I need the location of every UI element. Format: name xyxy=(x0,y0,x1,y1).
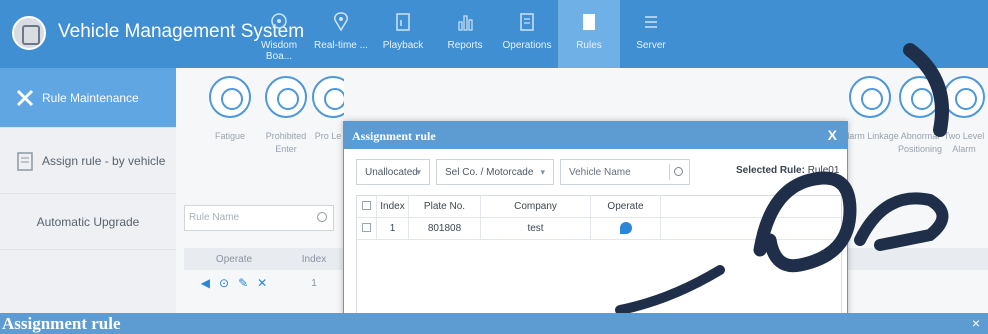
operations-icon xyxy=(520,13,534,31)
location-pin-icon xyxy=(334,12,348,32)
allocation-filter-select[interactable]: Unallocated ▾ xyxy=(356,159,430,185)
app-logo-icon xyxy=(12,16,46,50)
rule-fatigue-button[interactable]: Fatigue xyxy=(200,76,260,143)
view-icon[interactable]: ⊙ xyxy=(219,276,229,290)
rules-icon xyxy=(583,14,595,30)
input-placeholder: Vehicle Name xyxy=(569,167,631,178)
nav-item-operations[interactable]: Operations xyxy=(496,0,558,68)
rule-pro-le-button[interactable]: Pro Le xyxy=(312,76,344,143)
rule-label: Pro Le xyxy=(314,131,342,141)
select-all-cell xyxy=(357,195,377,218)
bar-chart-icon xyxy=(458,15,473,31)
rule-label: Prohibited Enter xyxy=(265,131,307,154)
search-icon[interactable] xyxy=(317,212,327,222)
table-row: 1 801808 test xyxy=(357,217,841,240)
chevron-down-icon: ▾ xyxy=(416,167,421,177)
selected-rule: Selected Rule: Rule01 xyxy=(736,165,839,176)
assign-icon[interactable] xyxy=(619,221,632,234)
row-checkbox[interactable] xyxy=(362,223,371,233)
nav-label: Server xyxy=(636,40,666,51)
col-company: Company xyxy=(481,195,591,218)
sidebar-item-label: Assign rule - by vehicle xyxy=(42,153,166,168)
search-placeholder: Rule Name xyxy=(189,212,240,223)
bar-title: Assignment rule xyxy=(2,314,121,333)
row-index: 1 xyxy=(311,277,317,289)
select-all-checkbox[interactable] xyxy=(362,201,371,211)
col-operate: Operate xyxy=(215,253,253,265)
row-actions: ◀ ⊙ ✎ ✕ xyxy=(184,276,284,290)
rule-icon xyxy=(312,76,344,118)
cell-operate xyxy=(591,217,661,240)
selected-rule-value: Rule01 xyxy=(807,165,840,176)
col-plate: Plate No. xyxy=(409,195,481,218)
nav-item-server[interactable]: Server xyxy=(620,0,682,68)
alarm-linkage-icon xyxy=(849,76,891,118)
prohibited-enter-icon xyxy=(265,76,307,118)
sidebar: Rule Maintenance Assign rule - by vehicl… xyxy=(0,68,176,334)
server-icon xyxy=(645,16,657,28)
wrench-icon xyxy=(16,89,34,106)
sidebar-item-rule-maintenance[interactable]: Rule Maintenance xyxy=(0,68,176,128)
dialog-title: Assignment rule xyxy=(352,129,436,143)
assign-icon[interactable]: ◀ xyxy=(201,276,210,290)
two-level-alarm-icon xyxy=(943,76,985,118)
chevron-down-icon: ▾ xyxy=(540,167,545,177)
col-index: Index xyxy=(301,253,327,265)
rule-name-search[interactable]: Rule Name xyxy=(184,205,334,231)
rule-two-level-alarm-button[interactable]: Two Level Alarm xyxy=(934,76,988,156)
nav-label: Wisdom Boa... xyxy=(260,40,298,62)
delete-icon[interactable]: ✕ xyxy=(257,276,267,290)
cell-index: 1 xyxy=(377,217,409,240)
sidebar-item-label: Automatic Upgrade xyxy=(36,214,140,229)
nav-item-reports[interactable]: Reports xyxy=(434,0,496,68)
dashboard-icon xyxy=(271,13,287,29)
search-icon[interactable] xyxy=(669,164,685,180)
assignment-rule-bar: Assignment rule × xyxy=(0,313,988,334)
rule-label: Two Level Alarm xyxy=(943,131,985,154)
table-header-row: Index Plate No. Company Operate xyxy=(357,195,841,218)
cell-plate: 801808 xyxy=(409,217,481,240)
edit-icon[interactable]: ✎ xyxy=(238,276,248,290)
rule-label: Fatigue xyxy=(214,131,246,141)
col-filler xyxy=(661,196,841,218)
col-operate: Operate xyxy=(591,195,661,218)
company-filter-select[interactable]: Sel Co. / Motorcade ▾ xyxy=(436,159,554,185)
selected-rule-label: Selected Rule: xyxy=(736,165,805,176)
sidebar-item-automatic-upgrade[interactable]: Automatic Upgrade xyxy=(0,194,176,250)
dialog-close-button[interactable]: X xyxy=(828,127,837,143)
nav-label: Reports xyxy=(447,40,483,51)
nav-item-playback[interactable]: Playback xyxy=(372,0,434,68)
assignment-rule-dialog: Assignment rule X Unallocated ▾ Sel Co. … xyxy=(343,121,848,334)
document-icon xyxy=(17,151,33,171)
cell-filler xyxy=(661,218,841,240)
dialog-header: Assignment rule X xyxy=(344,122,847,149)
rule-prohibited-enter-button[interactable]: Prohibited Enter xyxy=(256,76,316,156)
sidebar-item-assign-rule-by-vehicle[interactable]: Assign rule - by vehicle xyxy=(0,128,176,194)
nav-item-real-time[interactable]: Real-time ... xyxy=(310,0,372,68)
select-value: Sel Co. / Motorcade xyxy=(445,167,534,178)
nav-label: Rules xyxy=(576,40,602,51)
top-bar: Vehicle Management System Wisdom Boa... … xyxy=(0,0,988,68)
app-window: Vehicle Management System Wisdom Boa... … xyxy=(0,0,988,334)
col-index: Index xyxy=(377,195,409,218)
playback-icon xyxy=(396,13,410,31)
row-select-cell xyxy=(357,217,377,240)
nav-label: Operations xyxy=(502,40,552,51)
sidebar-item-label: Rule Maintenance xyxy=(42,90,139,105)
fatigue-icon xyxy=(209,76,251,118)
nav-label: Real-time ... xyxy=(314,40,368,51)
cell-company: test xyxy=(481,217,591,240)
select-value: Unallocated xyxy=(365,167,418,178)
vehicle-name-input[interactable]: Vehicle Name xyxy=(560,159,690,185)
nav-item-rules[interactable]: Rules xyxy=(558,0,620,68)
nav-item-wisdom-board[interactable]: Wisdom Boa... xyxy=(248,0,310,68)
close-icon[interactable]: × xyxy=(972,315,980,331)
nav-label: Playback xyxy=(382,40,424,51)
main-nav: Wisdom Boa... Real-time ... Playback Rep… xyxy=(248,0,682,68)
